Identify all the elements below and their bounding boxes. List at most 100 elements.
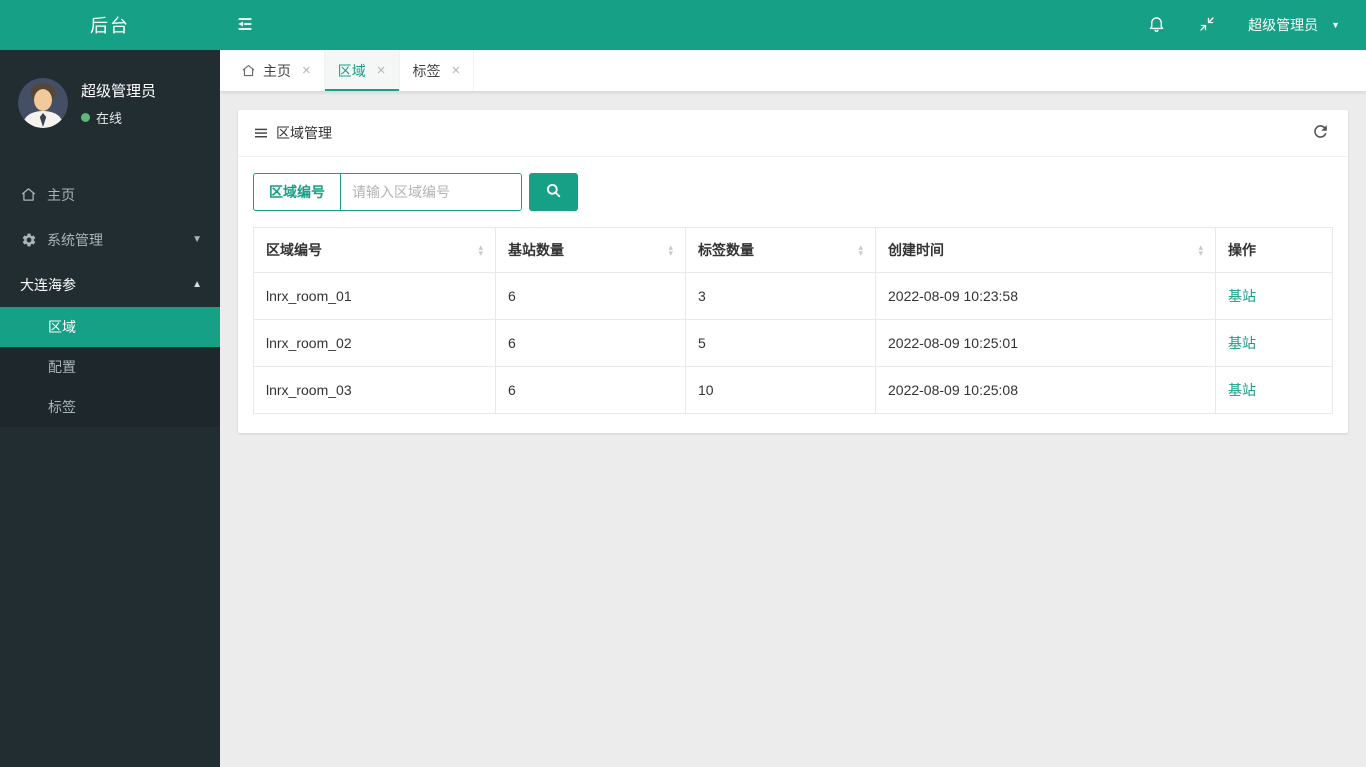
fullscreen-button[interactable] [1182, 0, 1232, 50]
bell-icon [1147, 14, 1166, 36]
base-station-link[interactable]: 基站 [1228, 335, 1256, 351]
cell-actions: 基站 [1215, 272, 1333, 320]
sidebar-toggle-icon [235, 14, 255, 37]
main-area: 主页 × 区域 × 标签 × 区域管理 区域编号 请输入区域编号 区域编号 ▴ … [220, 50, 1366, 767]
tab-label: 主页 [263, 62, 291, 79]
cell-station-count: 6 [495, 272, 686, 320]
base-station-link[interactable]: 基站 [1228, 288, 1256, 304]
sort-icon[interactable]: ▴ ▾ [858, 243, 863, 258]
cell-station-count: 6 [495, 319, 686, 367]
tab-region[interactable]: 区域 × [324, 50, 400, 91]
list-bars-icon [253, 125, 269, 141]
sidebar-item-tag[interactable]: 标签 [0, 387, 220, 427]
close-icon[interactable]: × [302, 63, 311, 78]
cell-actions: 基站 [1215, 319, 1333, 367]
column-label: 创建时间 [888, 242, 944, 258]
table-row: lnrx_room_02 6 5 2022-08-09 10:25:01 基站 [253, 319, 1333, 367]
search-icon [544, 181, 563, 203]
notifications-button[interactable] [1131, 0, 1182, 50]
column-label: 基站数量 [508, 242, 564, 258]
cell-created-time: 2022-08-09 10:25:01 [875, 319, 1216, 367]
refresh-icon [1311, 122, 1330, 144]
close-icon[interactable]: × [452, 63, 461, 78]
tab-tag[interactable]: 标签 × [400, 50, 475, 91]
cell-tag-count: 10 [685, 366, 876, 414]
sidebar-item-label: 主页 [47, 186, 75, 203]
search-input[interactable] [341, 174, 521, 210]
column-label: 操作 [1228, 242, 1256, 258]
cell-actions: 基站 [1215, 366, 1333, 414]
cell-created-time: 2022-08-09 10:23:58 [875, 272, 1216, 320]
cell-created-time: 2022-08-09 10:25:08 [875, 366, 1216, 414]
cell-tag-count: 5 [685, 319, 876, 367]
user-menu-label: 超级管理员 [1248, 17, 1319, 33]
user-status: 在线 [81, 108, 156, 127]
online-label: 在线 [96, 110, 123, 126]
sidebar-item-label: 标签 [48, 399, 76, 415]
gear-icon [20, 231, 37, 248]
sort-icon[interactable]: ▴ ▾ [478, 243, 483, 258]
tab-home[interactable]: 主页 × [228, 50, 325, 91]
app-logo: 后台 [90, 16, 130, 36]
avatar [18, 78, 68, 128]
page-title: 区域管理 [276, 125, 332, 141]
card-title: 区域管理 [253, 123, 332, 143]
search-input-group: 区域编号 [253, 173, 522, 211]
cell-region-id: lnrx_room_01 [253, 272, 496, 320]
cell-tag-count: 3 [685, 272, 876, 320]
sidebar-item-region[interactable]: 区域 [0, 307, 220, 347]
cell-region-id: lnrx_room_03 [253, 366, 496, 414]
tab-label: 区域 [337, 62, 366, 79]
user-menu[interactable]: 超级管理员 ▼ [1232, 0, 1366, 50]
sort-icon[interactable]: ▴ ▾ [1198, 243, 1203, 258]
col-header-region-id[interactable]: 区域编号 ▴ ▾ [253, 227, 496, 273]
user-panel: 超级管理员 在线 [0, 50, 220, 158]
col-header-tag-count[interactable]: 标签数量 ▴ ▾ [685, 227, 876, 273]
sidebar-menu: 主页 系统管理 ▼ 大连海参 ▲ 区域 配置 标签 [0, 172, 220, 427]
search-row: 区域编号 [253, 173, 1333, 211]
content-area: 区域管理 区域编号 请输入区域编号 区域编号 ▴ ▾ 基站数量 ▴ ▾ 标签数量… [220, 91, 1366, 767]
col-header-created-time[interactable]: 创建时间 ▴ ▾ [875, 227, 1216, 273]
refresh-button[interactable] [1307, 120, 1333, 146]
chevron-down-icon: ▼ [192, 234, 202, 245]
column-label: 区域编号 [266, 242, 322, 258]
col-header-station-count[interactable]: 基站数量 ▴ ▾ [495, 227, 686, 273]
search-field-label: 区域编号 [254, 174, 341, 210]
chevron-down-icon: ▼ [1331, 20, 1340, 30]
fullscreen-compress-icon [1198, 15, 1216, 36]
top-navbar: 后台 超级管理员 ▼ [0, 0, 1366, 50]
column-label: 标签数量 [698, 242, 754, 258]
sidebar-item-config[interactable]: 配置 [0, 347, 220, 387]
col-header-actions: 操作 [1215, 227, 1333, 273]
user-info: 超级管理员 在线 [81, 80, 156, 127]
close-icon[interactable]: × [377, 63, 386, 78]
cell-region-id: lnrx_room_02 [253, 319, 496, 367]
sidebar-item-label: 大连海参 [20, 276, 76, 293]
cell-station-count: 6 [495, 366, 686, 414]
region-management-card: 区域管理 区域编号 请输入区域编号 区域编号 ▴ ▾ 基站数量 ▴ ▾ 标签数量… [238, 110, 1348, 433]
sidebar-item-home[interactable]: 主页 [0, 172, 220, 217]
tab-bar: 主页 × 区域 × 标签 × [220, 50, 1366, 91]
card-header: 区域管理 [238, 110, 1348, 157]
navbar-right: 超级管理员 ▼ [1131, 0, 1366, 50]
sidebar-item-dalian-haishen[interactable]: 大连海参 ▲ [0, 262, 220, 307]
sort-icon[interactable]: ▴ ▾ [668, 243, 673, 258]
sidebar-item-label: 区域 [48, 319, 76, 335]
region-table: 区域编号 ▴ ▾ 基站数量 ▴ ▾ 标签数量 ▴ ▾ 创建时间 ▴ ▾ 操作 l… [253, 227, 1333, 414]
table-row: lnrx_room_03 6 10 2022-08-09 10:25:08 基站 [253, 366, 1333, 414]
sidebar-toggle-button[interactable] [220, 0, 270, 50]
table-row: lnrx_room_01 6 3 2022-08-09 10:23:58 基站 [253, 272, 1333, 320]
sidebar-item-label: 系统管理 [47, 231, 103, 248]
table-header-row: 区域编号 ▴ ▾ 基站数量 ▴ ▾ 标签数量 ▴ ▾ 创建时间 ▴ ▾ 操作 [253, 227, 1333, 273]
base-station-link[interactable]: 基站 [1228, 382, 1256, 398]
sidebar: 超级管理员 在线 主页 系统管理 ▼ 大连海参 ▲ 区域 配置 标签 [0, 50, 220, 767]
sidebar-item-label: 配置 [48, 359, 76, 375]
online-dot-icon [81, 112, 90, 122]
home-icon [241, 63, 256, 78]
user-name: 超级管理员 [81, 82, 157, 100]
home-icon [20, 186, 37, 203]
sidebar-item-system-management[interactable]: 系统管理 ▼ [0, 217, 220, 262]
search-button[interactable] [529, 173, 578, 211]
sidebar-submenu: 区域 配置 标签 [0, 307, 220, 427]
chevron-up-icon: ▲ [192, 279, 202, 290]
